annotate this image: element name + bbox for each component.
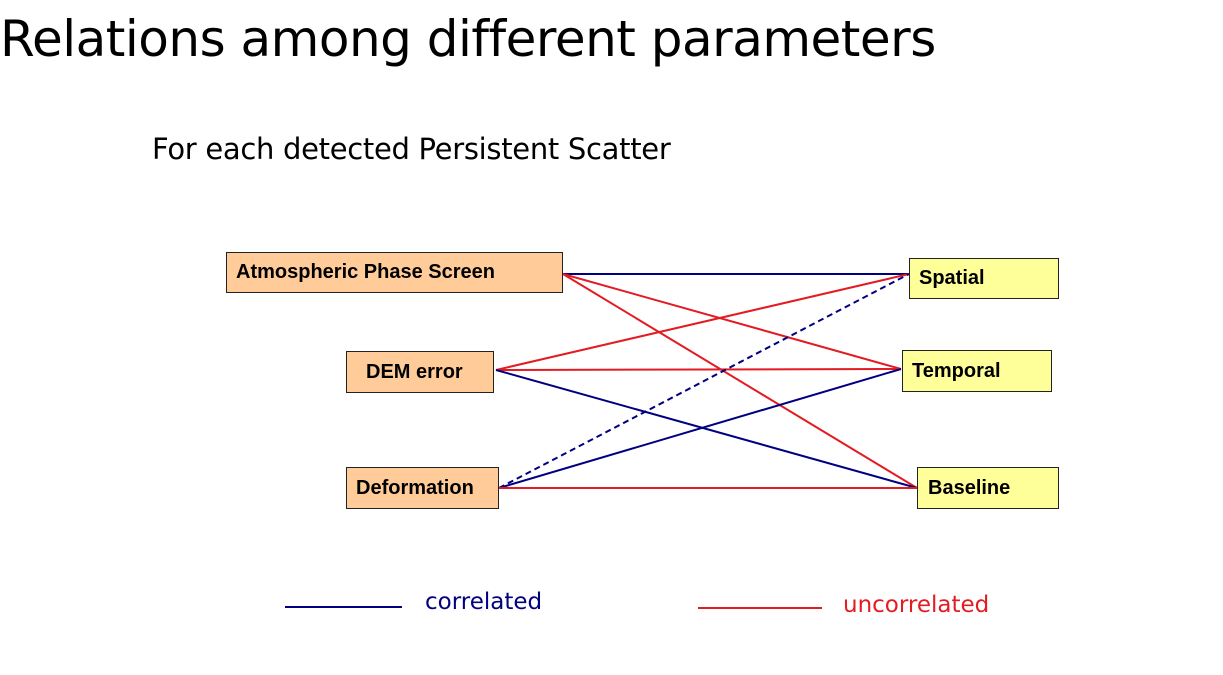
node-atmospheric-phase-screen: Atmospheric Phase Screen xyxy=(226,252,563,293)
node-temporal: Temporal xyxy=(902,350,1052,392)
node-label: Deformation xyxy=(356,476,474,499)
relation-lines xyxy=(495,273,918,489)
node-label: Baseline xyxy=(928,476,1011,499)
edge-dem-temporal xyxy=(495,368,902,371)
legend-correlated-line xyxy=(285,606,402,608)
legend-correlated-label: correlated xyxy=(425,589,543,615)
node-dem-error: DEM error xyxy=(346,351,494,393)
node-label: Temporal xyxy=(912,359,1001,382)
node-spatial: Spatial xyxy=(909,258,1059,299)
edge-def-spatial xyxy=(498,273,910,489)
node-label: Spatial xyxy=(919,267,985,289)
node-deformation: Deformation xyxy=(346,467,499,509)
node-label: Atmospheric Phase Screen xyxy=(236,261,495,283)
node-baseline: Baseline xyxy=(917,467,1059,509)
legend-uncorrelated-line xyxy=(698,607,822,609)
legend-uncorrelated-label: uncorrelated xyxy=(843,592,990,618)
node-label: DEM error xyxy=(366,360,463,383)
